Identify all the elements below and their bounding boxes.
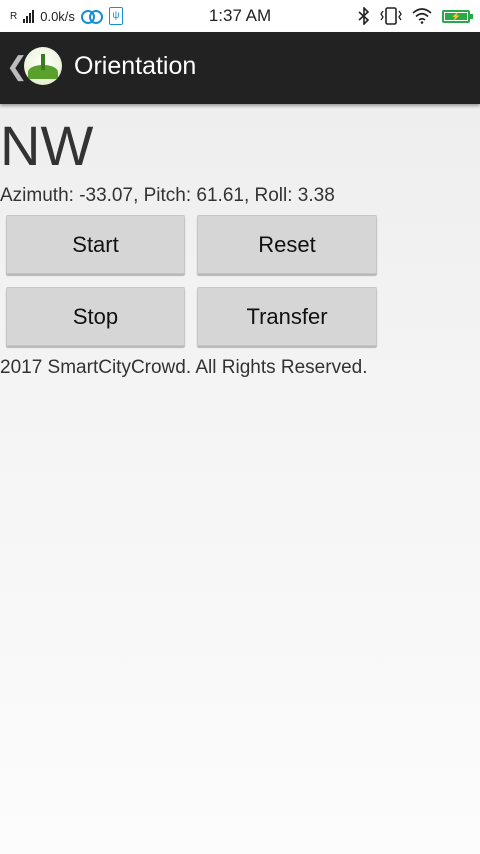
bluetooth-icon — [358, 7, 370, 25]
orientation-readout: Azimuth: -33.07, Pitch: 61.61, Roll: 3.3… — [0, 185, 335, 206]
app-logo[interactable] — [24, 47, 62, 85]
vibrate-icon — [380, 7, 402, 25]
start-button[interactable]: Start — [6, 215, 185, 274]
page-title: Orientation — [74, 52, 197, 80]
reset-button[interactable]: Reset — [197, 215, 377, 274]
status-bar: R 0.0k/s ψ 1:37 AM ⚡ — [0, 0, 480, 32]
stop-button[interactable]: Stop — [6, 287, 185, 346]
logo-tower — [41, 54, 45, 70]
status-right: ⚡ — [358, 7, 473, 25]
app-bar: ❮ Orientation — [0, 32, 480, 104]
transfer-button[interactable]: Transfer — [197, 287, 377, 346]
battery-charging-bolt: ⚡ — [445, 12, 467, 20]
compass-direction: NW — [0, 114, 94, 177]
copyright-text: 2017 SmartCityCrowd. All Rights Reserved… — [0, 357, 368, 378]
battery-icon: ⚡ — [442, 9, 473, 23]
wifi-icon — [412, 8, 432, 24]
